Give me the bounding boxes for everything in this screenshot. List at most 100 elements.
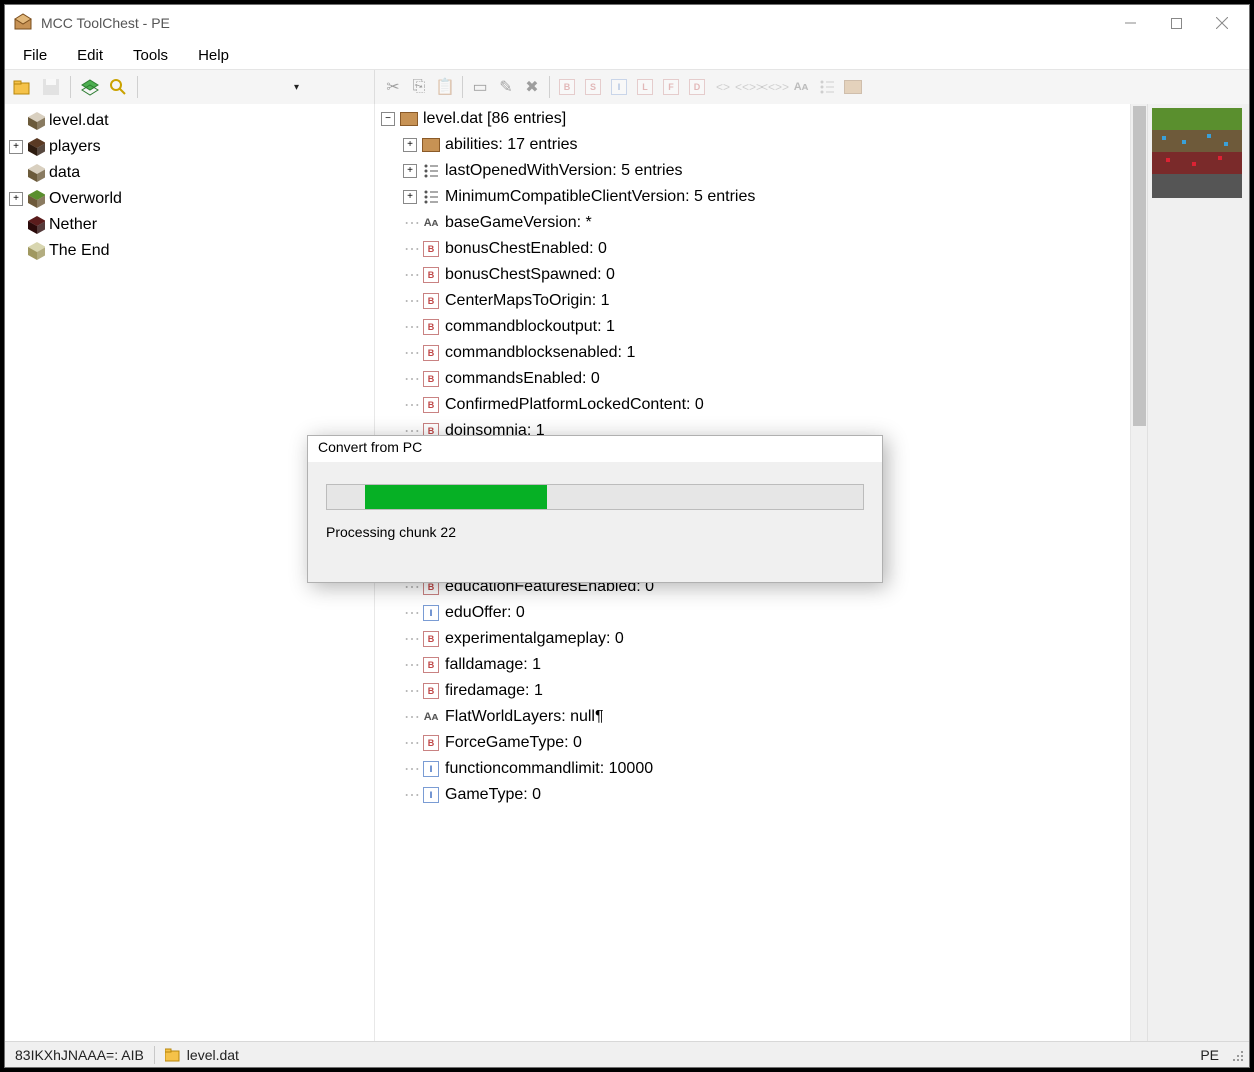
tag-short-icon[interactable]: S xyxy=(581,75,605,99)
menu-edit[interactable]: Edit xyxy=(63,44,117,67)
toolbar-separator xyxy=(549,76,550,98)
delete-icon[interactable]: ✖ xyxy=(520,75,544,99)
byte-icon: B xyxy=(423,293,439,309)
status-left: 83IKXhJNAAA=: AIB xyxy=(5,1047,154,1063)
search-icon[interactable] xyxy=(106,75,130,99)
app-window: MCC ToolChest - PE File Edit Tools Help xyxy=(4,4,1250,1068)
byte-icon: B xyxy=(423,631,439,647)
maximize-button[interactable] xyxy=(1153,7,1199,39)
resize-grip[interactable] xyxy=(1229,1047,1245,1063)
menu-help[interactable]: Help xyxy=(184,44,243,67)
nbt-entry[interactable]: ⋯Bcommandblockoutput: 1 xyxy=(375,314,1130,340)
minimize-button[interactable] xyxy=(1107,7,1153,39)
tree-label: CenterMapsToOrigin: 1 xyxy=(445,292,610,310)
progress-bar xyxy=(326,484,864,510)
nbt-entry[interactable]: ⋯IeduOffer: 0 xyxy=(375,600,1130,626)
nbt-entry[interactable]: ⋯BConfirmedPlatformLockedContent: 0 xyxy=(375,392,1130,418)
edit-icon[interactable]: ✎ xyxy=(494,75,518,99)
tag-float-icon[interactable]: F xyxy=(659,75,683,99)
tag-list-icon[interactable] xyxy=(815,75,839,99)
world-tree-item[interactable]: data xyxy=(5,160,374,186)
expand-icon[interactable]: + xyxy=(9,192,23,206)
toolbar-right: ✂ ⎘ 📋 ▭ ✎ ✖ B S I L F D <> <<>> <<>> Aᴀ xyxy=(375,70,1249,104)
nbt-entry[interactable]: ⋯IGameType: 0 xyxy=(375,782,1130,808)
nbt-entry[interactable]: ⋯Ifunctioncommandlimit: 10000 xyxy=(375,756,1130,782)
nbt-entry[interactable]: ⋯BForceGameType: 0 xyxy=(375,730,1130,756)
nbt-entry[interactable]: ⋯Bcommandblocksenabled: 1 xyxy=(375,340,1130,366)
toolbar-row: ✂ ⎘ 📋 ▭ ✎ ✖ B S I L F D <> <<>> <<>> Aᴀ xyxy=(5,69,1249,104)
block-icon xyxy=(27,112,45,130)
nbt-entry[interactable]: ⋯AᴀFlatWorldLayers: null¶ xyxy=(375,704,1130,730)
compound-icon xyxy=(399,109,419,129)
expand-icon[interactable]: + xyxy=(403,164,417,178)
tag-code2-icon[interactable]: <<>> xyxy=(737,75,761,99)
preview-thumbnail xyxy=(1152,108,1242,198)
tag-byte-icon[interactable]: B xyxy=(555,75,579,99)
nbt-entry[interactable]: + abilities: 17 entries xyxy=(375,132,1130,158)
nbt-entry[interactable]: + lastOpenedWithVersion: 5 entries xyxy=(375,158,1130,184)
vertical-scrollbar[interactable] xyxy=(1130,104,1147,1041)
world-tree-item[interactable]: +players xyxy=(5,134,374,160)
tag-string-icon[interactable]: Aᴀ xyxy=(789,75,813,99)
tree-connector: ⋯ xyxy=(403,369,421,389)
nbt-entry[interactable]: ⋯Bexperimentalgameplay: 0 xyxy=(375,626,1130,652)
collapse-icon[interactable]: − xyxy=(381,112,395,126)
tree-label: abilities: 17 entries xyxy=(445,136,578,154)
tag-int-icon[interactable]: I xyxy=(607,75,631,99)
expand-icon[interactable]: + xyxy=(403,190,417,204)
tree-label: functioncommandlimit: 10000 xyxy=(445,760,653,778)
tree-connector: ⋯ xyxy=(403,317,421,337)
nbt-entry[interactable]: ⋯BcommandsEnabled: 0 xyxy=(375,366,1130,392)
close-button[interactable] xyxy=(1199,7,1245,39)
nbt-entry[interactable]: ⋯AᴀbaseGameVersion: * xyxy=(375,210,1130,236)
world-tree-item[interactable]: The End xyxy=(5,238,374,264)
world-tree-item[interactable]: level.dat xyxy=(5,108,374,134)
menu-tools[interactable]: Tools xyxy=(119,44,182,67)
nbt-entry[interactable]: +MinimumCompatibleClientVersion: 5 entri… xyxy=(375,184,1130,210)
expand-icon[interactable]: + xyxy=(403,138,417,152)
tag-compound-icon[interactable] xyxy=(841,75,865,99)
selector-dropdown[interactable] xyxy=(145,76,305,98)
tree-label: lastOpenedWithVersion: 5 entries xyxy=(445,162,682,180)
status-file: level.dat xyxy=(155,1047,249,1063)
select-rect-icon[interactable]: ▭ xyxy=(468,75,492,99)
tree-connector: ⋯ xyxy=(403,291,421,311)
tree-label: ConfirmedPlatformLockedContent: 0 xyxy=(445,396,704,414)
byte-icon: B xyxy=(423,345,439,361)
nbt-entry[interactable]: ⋯Bfalldamage: 1 xyxy=(375,652,1130,678)
nbt-entry[interactable]: ⋯BbonusChestEnabled: 0 xyxy=(375,236,1130,262)
toolbar-separator xyxy=(70,76,71,98)
expand-icon[interactable]: + xyxy=(9,140,23,154)
list-icon xyxy=(423,163,439,179)
paste-icon[interactable]: 📋 xyxy=(433,75,457,99)
tag-long-icon[interactable]: L xyxy=(633,75,657,99)
layers-icon[interactable] xyxy=(78,75,102,99)
world-tree-item[interactable]: Nether xyxy=(5,212,374,238)
tree-connector: ⋯ xyxy=(403,603,421,623)
convert-dialog: Convert from PC Processing chunk 22 xyxy=(307,435,883,583)
tree-connector: ⋯ xyxy=(403,629,421,649)
cut-icon[interactable]: ✂ xyxy=(381,75,405,99)
tree-label: ForceGameType: 0 xyxy=(445,734,582,752)
nbt-entry[interactable]: ⋯Bfiredamage: 1 xyxy=(375,678,1130,704)
nbt-root[interactable]: − level.dat [86 entries] xyxy=(375,106,1130,132)
tag-code-icon[interactable]: <> xyxy=(711,75,735,99)
nbt-entry[interactable]: ⋯B CenterMapsToOrigin: 1 xyxy=(375,288,1130,314)
menu-file[interactable]: File xyxy=(9,44,61,67)
tag-code3-icon[interactable]: <<>> xyxy=(763,75,787,99)
scroll-thumb[interactable] xyxy=(1133,106,1146,426)
world-tree-item[interactable]: +Overworld xyxy=(5,186,374,212)
tree-label: level.dat [86 entries] xyxy=(423,110,566,128)
tree-label: bonusChestSpawned: 0 xyxy=(445,266,615,284)
title-bar: MCC ToolChest - PE xyxy=(5,5,1249,41)
copy-icon[interactable]: ⎘ xyxy=(407,75,431,99)
tree-connector: ⋯ xyxy=(403,343,421,363)
tree-label: eduOffer: 0 xyxy=(445,604,525,622)
tag-double-icon[interactable]: D xyxy=(685,75,709,99)
byte-icon: B xyxy=(423,397,439,413)
open-folder-icon[interactable] xyxy=(11,75,35,99)
nbt-entry[interactable]: ⋯BbonusChestSpawned: 0 xyxy=(375,262,1130,288)
tree-label: firedamage: 1 xyxy=(445,682,543,700)
toolbar-left xyxy=(5,70,375,104)
save-icon[interactable] xyxy=(39,75,63,99)
